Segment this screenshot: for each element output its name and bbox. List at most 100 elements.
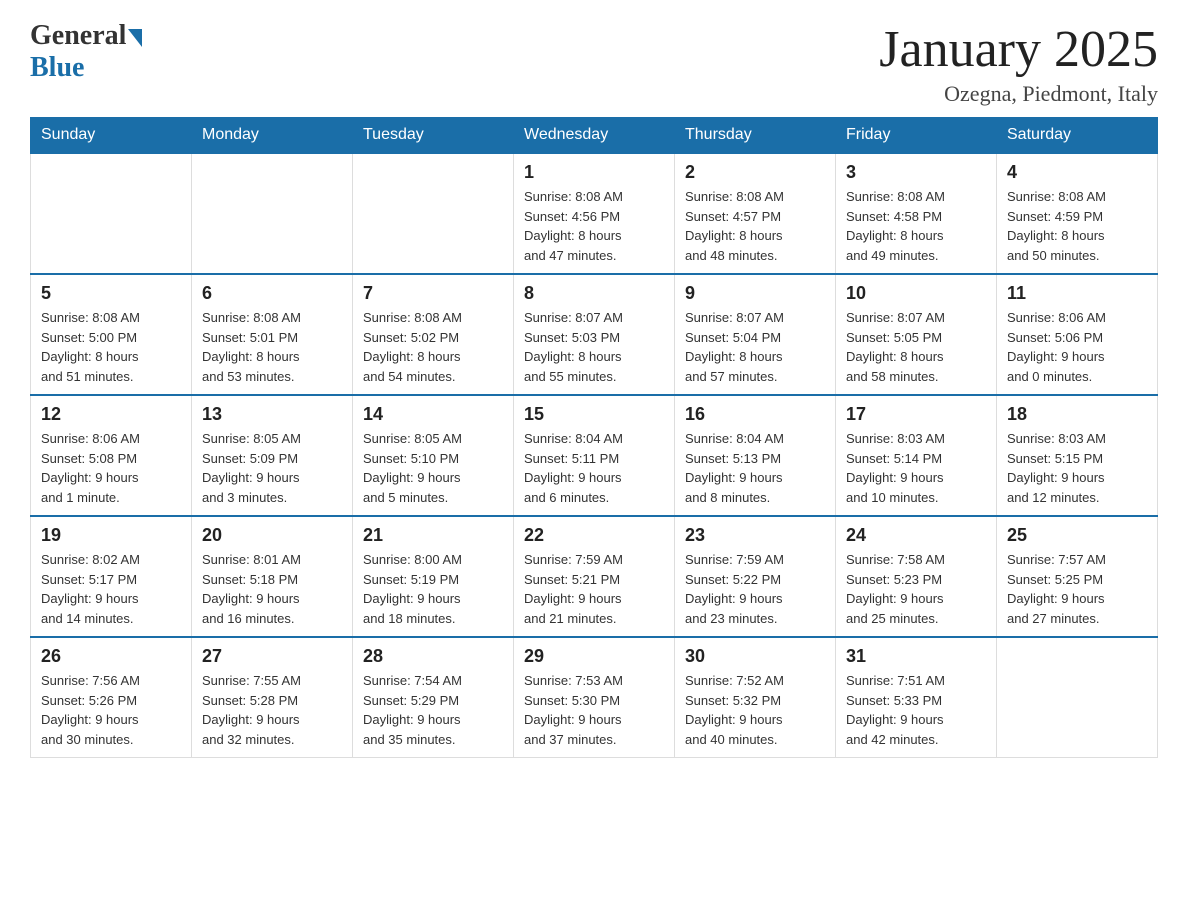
calendar-cell: 12 Sunrise: 8:06 AMSunset: 5:08 PMDayligh…	[31, 395, 192, 516]
calendar-week-row: 12 Sunrise: 8:06 AMSunset: 5:08 PMDayligh…	[31, 395, 1158, 516]
day-number: 22	[524, 525, 664, 546]
calendar-day-header: Saturday	[997, 118, 1158, 154]
calendar-cell: 1 Sunrise: 8:08 AMSunset: 4:56 PMDaylight…	[514, 153, 675, 274]
calendar-cell: 27 Sunrise: 7:55 AMSunset: 5:28 PMDayligh…	[192, 637, 353, 758]
day-number: 27	[202, 646, 342, 667]
day-number: 7	[363, 283, 503, 304]
logo-arrow-icon	[128, 29, 142, 47]
day-info: Sunrise: 7:59 AMSunset: 5:22 PMDaylight:…	[685, 550, 825, 628]
title-section: January 2025 Ozegna, Piedmont, Italy	[879, 20, 1158, 107]
day-info: Sunrise: 8:08 AMSunset: 5:02 PMDaylight:…	[363, 308, 503, 386]
calendar-week-row: 5Sunrise: 8:08 AMSunset: 5:00 PMDaylight…	[31, 274, 1158, 395]
calendar-cell: 2Sunrise: 8:08 AMSunset: 4:57 PMDaylight…	[675, 153, 836, 274]
calendar-cell: 30 Sunrise: 7:52 AMSunset: 5:32 PMDayligh…	[675, 637, 836, 758]
calendar-cell	[353, 153, 514, 274]
day-number: 25	[1007, 525, 1147, 546]
calendar-cell: 10 Sunrise: 8:07 AMSunset: 5:05 PMDayligh…	[836, 274, 997, 395]
calendar-cell: 11 Sunrise: 8:06 AMSunset: 5:06 PMDayligh…	[997, 274, 1158, 395]
page-header: General Blue January 2025 Ozegna, Piedmo…	[30, 20, 1158, 107]
calendar-cell: 29 Sunrise: 7:53 AMSunset: 5:30 PMDayligh…	[514, 637, 675, 758]
day-number: 1	[524, 162, 664, 183]
day-number: 6	[202, 283, 342, 304]
day-info: Sunrise: 8:03 AMSunset: 5:15 PMDaylight:…	[1007, 429, 1147, 507]
day-info: Sunrise: 8:00 AMSunset: 5:19 PMDaylight:…	[363, 550, 503, 628]
day-number: 3	[846, 162, 986, 183]
calendar-week-row: 19 Sunrise: 8:02 AMSunset: 5:17 PMDayligh…	[31, 516, 1158, 637]
day-info: Sunrise: 8:03 AMSunset: 5:14 PMDaylight:…	[846, 429, 986, 507]
calendar-cell: 16 Sunrise: 8:04 AMSunset: 5:13 PMDayligh…	[675, 395, 836, 516]
calendar-cell: 7 Sunrise: 8:08 AMSunset: 5:02 PMDaylight…	[353, 274, 514, 395]
day-number: 16	[685, 404, 825, 425]
logo-general-text: General	[30, 20, 126, 52]
logo-blue-text: Blue	[30, 52, 84, 84]
calendar-cell	[997, 637, 1158, 758]
day-info: Sunrise: 7:55 AMSunset: 5:28 PMDaylight:…	[202, 671, 342, 749]
calendar-day-header: Thursday	[675, 118, 836, 154]
calendar-table: SundayMondayTuesdayWednesdayThursdayFrid…	[30, 117, 1158, 758]
calendar-cell: 3Sunrise: 8:08 AMSunset: 4:58 PMDaylight…	[836, 153, 997, 274]
calendar-cell: 21 Sunrise: 8:00 AMSunset: 5:19 PMDayligh…	[353, 516, 514, 637]
month-title: January 2025	[879, 20, 1158, 79]
day-info: Sunrise: 8:04 AMSunset: 5:13 PMDaylight:…	[685, 429, 825, 507]
calendar-day-header: Wednesday	[514, 118, 675, 154]
calendar-cell: 20Sunrise: 8:01 AMSunset: 5:18 PMDayligh…	[192, 516, 353, 637]
day-number: 28	[363, 646, 503, 667]
calendar-cell: 19 Sunrise: 8:02 AMSunset: 5:17 PMDayligh…	[31, 516, 192, 637]
day-info: Sunrise: 7:59 AMSunset: 5:21 PMDaylight:…	[524, 550, 664, 628]
day-info: Sunrise: 8:07 AMSunset: 5:05 PMDaylight:…	[846, 308, 986, 386]
day-info: Sunrise: 7:53 AMSunset: 5:30 PMDaylight:…	[524, 671, 664, 749]
day-number: 8	[524, 283, 664, 304]
calendar-cell: 8 Sunrise: 8:07 AMSunset: 5:03 PMDaylight…	[514, 274, 675, 395]
day-info: Sunrise: 8:07 AMSunset: 5:03 PMDaylight:…	[524, 308, 664, 386]
day-info: Sunrise: 7:56 AMSunset: 5:26 PMDaylight:…	[41, 671, 181, 749]
day-info: Sunrise: 7:58 AMSunset: 5:23 PMDaylight:…	[846, 550, 986, 628]
day-info: Sunrise: 8:08 AMSunset: 5:01 PMDaylight:…	[202, 308, 342, 386]
day-info: Sunrise: 8:05 AMSunset: 5:10 PMDaylight:…	[363, 429, 503, 507]
day-number: 10	[846, 283, 986, 304]
calendar-cell: 17Sunrise: 8:03 AMSunset: 5:14 PMDayligh…	[836, 395, 997, 516]
day-number: 5	[41, 283, 181, 304]
location: Ozegna, Piedmont, Italy	[879, 81, 1158, 107]
calendar-cell: 22 Sunrise: 7:59 AMSunset: 5:21 PMDayligh…	[514, 516, 675, 637]
day-number: 4	[1007, 162, 1147, 183]
day-number: 26	[41, 646, 181, 667]
day-number: 23	[685, 525, 825, 546]
calendar-cell	[31, 153, 192, 274]
day-number: 11	[1007, 283, 1147, 304]
day-info: Sunrise: 7:51 AMSunset: 5:33 PMDaylight:…	[846, 671, 986, 749]
day-number: 18	[1007, 404, 1147, 425]
calendar-week-row: 1 Sunrise: 8:08 AMSunset: 4:56 PMDaylight…	[31, 153, 1158, 274]
calendar-cell: 15Sunrise: 8:04 AMSunset: 5:11 PMDayligh…	[514, 395, 675, 516]
calendar-cell: 14Sunrise: 8:05 AMSunset: 5:10 PMDayligh…	[353, 395, 514, 516]
day-info: Sunrise: 7:54 AMSunset: 5:29 PMDaylight:…	[363, 671, 503, 749]
calendar-cell: 28 Sunrise: 7:54 AMSunset: 5:29 PMDayligh…	[353, 637, 514, 758]
day-info: Sunrise: 8:08 AMSunset: 4:59 PMDaylight:…	[1007, 187, 1147, 265]
day-number: 30	[685, 646, 825, 667]
calendar-week-row: 26 Sunrise: 7:56 AMSunset: 5:26 PMDayligh…	[31, 637, 1158, 758]
calendar-cell	[192, 153, 353, 274]
calendar-cell: 25 Sunrise: 7:57 AMSunset: 5:25 PMDayligh…	[997, 516, 1158, 637]
calendar-cell: 23 Sunrise: 7:59 AMSunset: 5:22 PMDayligh…	[675, 516, 836, 637]
day-info: Sunrise: 8:08 AMSunset: 4:56 PMDaylight:…	[524, 187, 664, 265]
day-info: Sunrise: 7:52 AMSunset: 5:32 PMDaylight:…	[685, 671, 825, 749]
day-number: 19	[41, 525, 181, 546]
day-info: Sunrise: 7:57 AMSunset: 5:25 PMDaylight:…	[1007, 550, 1147, 628]
day-number: 21	[363, 525, 503, 546]
calendar-cell: 4 Sunrise: 8:08 AMSunset: 4:59 PMDaylight…	[997, 153, 1158, 274]
calendar-cell: 31Sunrise: 7:51 AMSunset: 5:33 PMDayligh…	[836, 637, 997, 758]
calendar-header-row: SundayMondayTuesdayWednesdayThursdayFrid…	[31, 118, 1158, 154]
calendar-cell: 13Sunrise: 8:05 AMSunset: 5:09 PMDayligh…	[192, 395, 353, 516]
day-info: Sunrise: 8:01 AMSunset: 5:18 PMDaylight:…	[202, 550, 342, 628]
calendar-cell: 6 Sunrise: 8:08 AMSunset: 5:01 PMDaylight…	[192, 274, 353, 395]
day-info: Sunrise: 8:04 AMSunset: 5:11 PMDaylight:…	[524, 429, 664, 507]
calendar-cell: 5Sunrise: 8:08 AMSunset: 5:00 PMDaylight…	[31, 274, 192, 395]
day-info: Sunrise: 8:02 AMSunset: 5:17 PMDaylight:…	[41, 550, 181, 628]
day-number: 29	[524, 646, 664, 667]
day-number: 12	[41, 404, 181, 425]
day-info: Sunrise: 8:08 AMSunset: 4:57 PMDaylight:…	[685, 187, 825, 265]
calendar-cell: 9Sunrise: 8:07 AMSunset: 5:04 PMDaylight…	[675, 274, 836, 395]
day-info: Sunrise: 8:06 AMSunset: 5:08 PMDaylight:…	[41, 429, 181, 507]
calendar-cell: 26 Sunrise: 7:56 AMSunset: 5:26 PMDayligh…	[31, 637, 192, 758]
day-info: Sunrise: 8:06 AMSunset: 5:06 PMDaylight:…	[1007, 308, 1147, 386]
logo: General Blue	[30, 20, 142, 84]
